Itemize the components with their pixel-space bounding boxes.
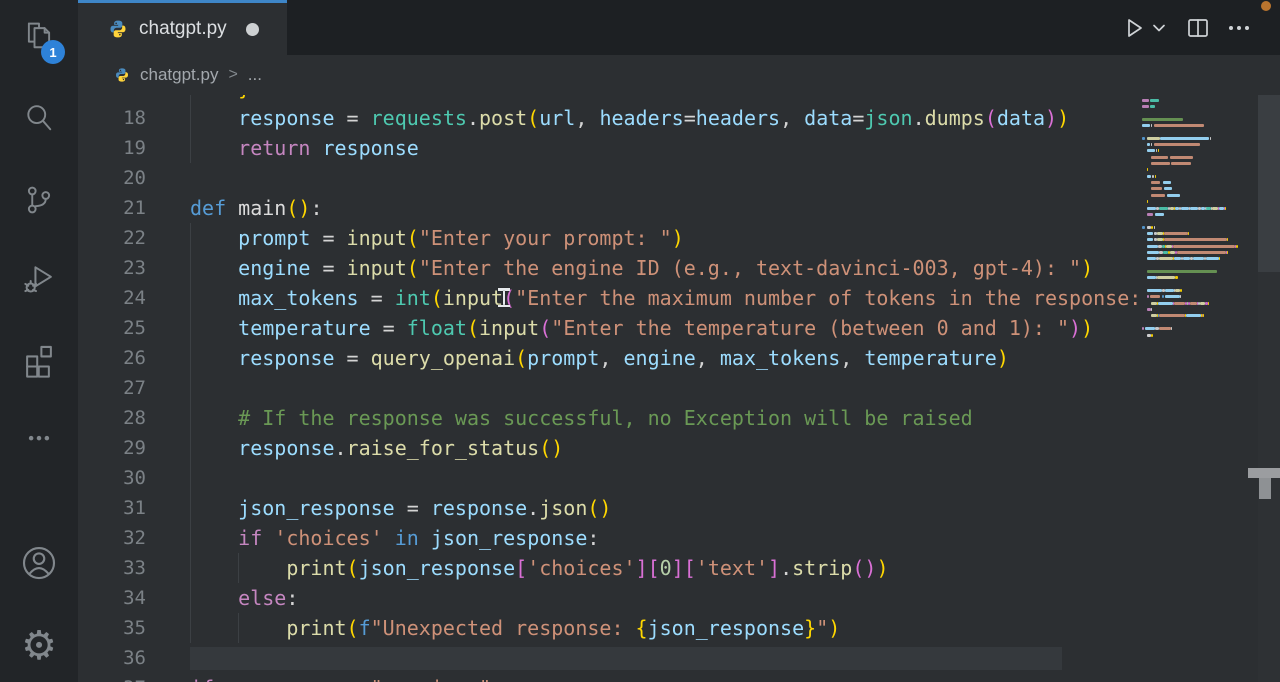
line-number: 33 bbox=[78, 553, 146, 583]
sidebar-item-run-debug[interactable] bbox=[0, 254, 78, 302]
breadcrumb: chatgpt.py > ... bbox=[78, 55, 1280, 95]
code-line: 36 bbox=[78, 643, 1140, 673]
ellipsis-icon bbox=[21, 419, 57, 455]
minimap[interactable] bbox=[1142, 95, 1238, 445]
python-icon bbox=[114, 67, 130, 83]
line-number: 25 bbox=[78, 313, 146, 343]
code-line: 30 bbox=[78, 463, 1140, 493]
line-number: 26 bbox=[78, 343, 146, 373]
run-button[interactable] bbox=[1123, 0, 1145, 55]
editor[interactable]: 17 }18 response = requests.post(url, hea… bbox=[78, 95, 1280, 682]
line-number: 30 bbox=[78, 463, 146, 493]
mouse-ibeam-cursor bbox=[498, 288, 511, 308]
play-icon bbox=[1123, 17, 1145, 39]
settings-button[interactable]: ⚙ bbox=[0, 622, 78, 670]
code-line: 24 max_tokens = int(input("Enter the max… bbox=[78, 283, 1140, 313]
breadcrumb-more[interactable]: ... bbox=[248, 65, 262, 85]
current-line-highlight bbox=[190, 647, 1062, 670]
code-line: 33 print(json_response['choices'][0]['te… bbox=[78, 553, 1140, 583]
code-line: 37if __name__ == "__main__": bbox=[78, 673, 1140, 682]
line-number: 23 bbox=[78, 253, 146, 283]
code-line: 20 bbox=[78, 163, 1140, 193]
tab-chatgpt-py[interactable]: chatgpt.py bbox=[78, 0, 287, 55]
code-line: 17 } bbox=[78, 95, 1140, 103]
line-number: 24 bbox=[78, 283, 146, 313]
chevron-down-icon bbox=[1152, 21, 1166, 35]
tab-bar: chatgpt.py bbox=[78, 0, 1280, 55]
code-line: 25 temperature = float(input("Enter the … bbox=[78, 313, 1140, 343]
explorer-badge: 1 bbox=[41, 40, 65, 64]
line-number: 28 bbox=[78, 403, 146, 433]
line-number: 18 bbox=[78, 103, 146, 133]
line-number: 19 bbox=[78, 133, 146, 163]
line-number: 27 bbox=[78, 373, 146, 403]
breadcrumb-file[interactable]: chatgpt.py bbox=[140, 65, 218, 85]
sidebar-item-extensions[interactable] bbox=[0, 336, 78, 384]
recording-dot bbox=[1261, 1, 1271, 11]
gear-icon: ⚙ bbox=[21, 626, 57, 666]
run-debug-icon bbox=[20, 259, 58, 297]
activity-bar: 1 bbox=[0, 0, 78, 682]
code-line: 34 else: bbox=[78, 583, 1140, 613]
sidebar-item-search[interactable] bbox=[0, 94, 78, 142]
scrollbar-thumb[interactable] bbox=[1258, 95, 1280, 272]
code-line: 22 prompt = input("Enter your prompt: ") bbox=[78, 223, 1140, 253]
indent-guide bbox=[190, 463, 191, 493]
sidebar-item-source-control[interactable] bbox=[0, 176, 78, 224]
modified-dot-icon[interactable] bbox=[246, 23, 259, 36]
line-number: 32 bbox=[78, 523, 146, 553]
vertical-scrollbar[interactable] bbox=[1258, 95, 1280, 682]
indent-guide bbox=[190, 373, 191, 403]
python-icon bbox=[108, 19, 128, 39]
line-number: 37 bbox=[78, 673, 146, 682]
line-number: 35 bbox=[78, 613, 146, 643]
code-line: 28 # If the response was successful, no … bbox=[78, 403, 1140, 433]
code-line: 18 response = requests.post(url, headers… bbox=[78, 103, 1140, 133]
code-line: 31 json_response = response.json() bbox=[78, 493, 1140, 523]
code-line: 23 engine = input("Enter the engine ID (… bbox=[78, 253, 1140, 283]
code-lines: 17 }18 response = requests.post(url, hea… bbox=[78, 95, 1140, 682]
sidebar-item-more-views[interactable] bbox=[0, 413, 78, 461]
line-number: 29 bbox=[78, 433, 146, 463]
code-line: 26 response = query_openai(prompt, engin… bbox=[78, 343, 1140, 373]
sidebar-item-explorer[interactable] bbox=[0, 12, 78, 60]
source-control-icon bbox=[21, 182, 57, 218]
account-icon bbox=[19, 543, 59, 583]
split-editor-icon bbox=[1186, 16, 1210, 40]
account-button[interactable] bbox=[0, 539, 78, 587]
line-number: 31 bbox=[78, 493, 146, 523]
more-actions-icon bbox=[1226, 15, 1252, 41]
line-number: 36 bbox=[78, 643, 146, 673]
line-number: 20 bbox=[78, 163, 146, 193]
code-line: 29 response.raise_for_status() bbox=[78, 433, 1140, 463]
more-actions-button[interactable] bbox=[1226, 0, 1252, 55]
code-line: 19 return response bbox=[78, 133, 1140, 163]
code-line: 32 if 'choices' in json_response: bbox=[78, 523, 1140, 553]
run-dropdown-button[interactable] bbox=[1152, 0, 1166, 55]
code-line: 27 bbox=[78, 373, 1140, 403]
line-number: 21 bbox=[78, 193, 146, 223]
line-number: 22 bbox=[78, 223, 146, 253]
search-icon bbox=[21, 100, 57, 136]
split-editor-button[interactable] bbox=[1186, 0, 1210, 55]
code-line: 21def main(): bbox=[78, 193, 1140, 223]
line-number: 17 bbox=[78, 95, 146, 103]
tab-label: chatgpt.py bbox=[139, 18, 227, 40]
line-number: 34 bbox=[78, 583, 146, 613]
extensions-icon bbox=[20, 341, 58, 379]
breadcrumb-separator: > bbox=[228, 66, 237, 84]
code-line: 35 print(f"Unexpected response: {json_re… bbox=[78, 613, 1140, 643]
